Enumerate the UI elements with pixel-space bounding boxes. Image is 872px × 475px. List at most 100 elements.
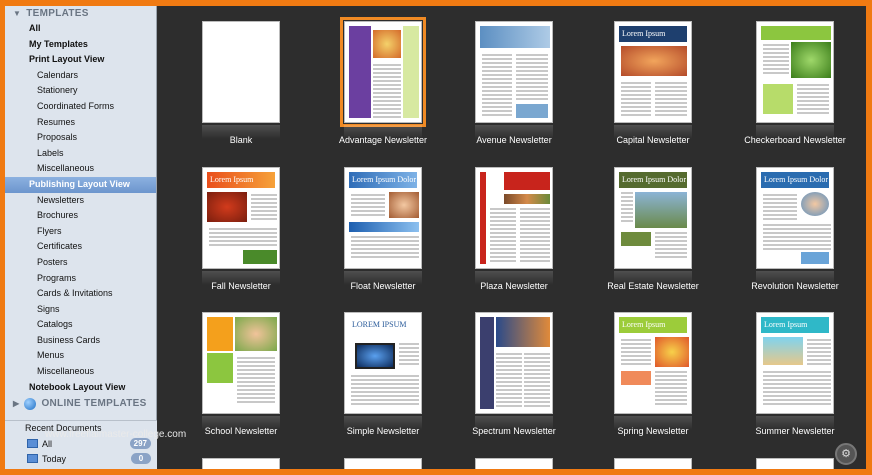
template-tile-advantage[interactable]: Advantage Newsletter bbox=[312, 17, 454, 151]
template-tile-float[interactable]: Lorem Ipsum Dolor Float Newsletter bbox=[312, 167, 454, 297]
sidebar-band bbox=[349, 26, 371, 118]
template-tile-plaza[interactable]: Plaza Newsletter bbox=[443, 167, 585, 297]
text-line bbox=[496, 405, 522, 407]
sidebar-item-cards-invitations[interactable]: Cards & Invitations bbox=[5, 286, 156, 302]
template-thumbnail-partial[interactable] bbox=[475, 458, 553, 469]
template-tile-fall[interactable]: Lorem Ipsum Fall Newsletter bbox=[170, 167, 312, 297]
template-thumbnail-partial[interactable] bbox=[202, 458, 280, 469]
text-line bbox=[807, 363, 831, 365]
text-line bbox=[490, 208, 516, 210]
sidebar-item-programs[interactable]: Programs bbox=[5, 271, 156, 287]
sidebar-item-certificates[interactable]: Certificates bbox=[5, 239, 156, 255]
sidebar-item-signs[interactable]: Signs bbox=[5, 302, 156, 318]
text-line bbox=[209, 228, 277, 230]
template-thumbnail-partial[interactable] bbox=[756, 458, 834, 469]
template-thumbnail[interactable]: Lorem Ipsum bbox=[614, 312, 692, 414]
text-line bbox=[655, 114, 687, 116]
text-line bbox=[520, 220, 550, 222]
template-thumbnail[interactable] bbox=[475, 312, 553, 414]
sidebar-item-menus[interactable]: Menus bbox=[5, 348, 156, 364]
sidebar-item-calendars[interactable]: Calendars bbox=[5, 68, 156, 84]
text-line bbox=[763, 403, 831, 405]
sidebar-item-resumes[interactable]: Resumes bbox=[5, 115, 156, 131]
online-templates-header[interactable]: ▶ ONLINE TEMPLATES bbox=[5, 395, 156, 412]
sidebar-item-print-layout-view[interactable]: Print Layout View bbox=[5, 52, 156, 68]
template-name-label: Real Estate Newsletter bbox=[607, 281, 699, 291]
sidebar-item-posters[interactable]: Posters bbox=[5, 255, 156, 271]
template-thumbnail[interactable] bbox=[340, 17, 426, 127]
text-line bbox=[482, 78, 512, 80]
template-thumbnail[interactable] bbox=[756, 21, 834, 123]
template-thumbnail[interactable] bbox=[202, 312, 280, 414]
template-thumbnail-partial[interactable] bbox=[344, 458, 422, 469]
sidebar-item-business-cards[interactable]: Business Cards bbox=[5, 333, 156, 349]
template-name-label: Avenue Newsletter bbox=[476, 135, 552, 145]
text-line bbox=[209, 240, 277, 242]
disclosure-triangle-icon[interactable]: ▼ bbox=[13, 9, 21, 18]
sidebar-item-publishing-layout-view[interactable]: Publishing Layout View bbox=[5, 176, 156, 193]
template-thumbnail[interactable]: Lorem Ipsum Dolor bbox=[344, 167, 422, 269]
text-line bbox=[209, 244, 277, 246]
template-tile-spectrum[interactable]: Spectrum Newsletter bbox=[443, 312, 585, 442]
text-line bbox=[496, 393, 522, 395]
action-gear-icon[interactable]: ⚙ bbox=[835, 443, 857, 465]
template-tile-checker[interactable]: Checkerboard Newsletter bbox=[724, 21, 866, 151]
text-line bbox=[237, 397, 275, 399]
sidebar-item-proposals[interactable]: Proposals bbox=[5, 130, 156, 146]
sidebar-item-newsletters[interactable]: Newsletters bbox=[5, 193, 156, 209]
sidebar-item-stationery[interactable]: Stationery bbox=[5, 83, 156, 99]
text-line bbox=[763, 232, 831, 234]
recent-row-today[interactable]: Today 0 bbox=[5, 451, 157, 466]
text-line bbox=[655, 379, 687, 381]
template-tile-avenue[interactable]: Avenue Newsletter bbox=[443, 21, 585, 151]
template-tile-spring[interactable]: Lorem Ipsum Spring Newsletter bbox=[582, 312, 724, 442]
template-thumbnail[interactable]: Lorem Ipsum bbox=[756, 312, 834, 414]
text-line bbox=[496, 357, 522, 359]
sidebar-item-all[interactable]: All bbox=[5, 21, 156, 37]
sidebar-item-labels[interactable]: Labels bbox=[5, 146, 156, 162]
sidebar-item-catalogs[interactable]: Catalogs bbox=[5, 317, 156, 333]
text-line bbox=[373, 64, 401, 66]
template-thumbnail-partial[interactable] bbox=[614, 458, 692, 469]
template-thumbnail[interactable]: Lorem Ipsum bbox=[202, 167, 280, 269]
sidebar-item-coordinated-forms[interactable]: Coordinated Forms bbox=[5, 99, 156, 115]
template-name-label: Summer Newsletter bbox=[755, 426, 835, 436]
text-line bbox=[520, 224, 550, 226]
blue-swoosh bbox=[349, 222, 419, 232]
text-line bbox=[209, 236, 277, 238]
text-line bbox=[621, 339, 651, 341]
text-line bbox=[763, 379, 831, 381]
template-tile-summer[interactable]: Lorem Ipsum Summer Newsletter bbox=[724, 312, 866, 442]
kid-photo bbox=[235, 317, 277, 351]
sidebar-item-brochures[interactable]: Brochures bbox=[5, 208, 156, 224]
template-tile-simple[interactable]: LOREM IPSUM Simple Newsletter bbox=[312, 312, 454, 442]
template-tile-revolution[interactable]: Lorem Ipsum Dolor Revolution Newsletter bbox=[724, 167, 866, 297]
template-tile-blank[interactable]: Blank bbox=[170, 21, 312, 151]
templates-section-header[interactable]: ▼ TEMPLATES bbox=[5, 6, 156, 21]
sidebar-item-notebook-layout-view[interactable]: Notebook Layout View bbox=[5, 380, 156, 396]
sidebar-item-flyers[interactable]: Flyers bbox=[5, 224, 156, 240]
template-tile-capital[interactable]: Lorem Ipsum Capital Newsletter bbox=[582, 21, 724, 151]
template-thumbnail[interactable] bbox=[475, 167, 553, 269]
template-thumbnail[interactable] bbox=[475, 21, 553, 123]
text-line bbox=[237, 377, 275, 379]
disclosure-triangle-right-icon[interactable]: ▶ bbox=[13, 399, 19, 408]
text-line bbox=[621, 343, 651, 345]
template-thumbnail[interactable] bbox=[202, 21, 280, 123]
text-line bbox=[655, 94, 687, 96]
text-line bbox=[516, 74, 548, 76]
text-line bbox=[516, 94, 548, 96]
header-photo bbox=[504, 172, 550, 190]
template-thumbnail[interactable]: Lorem Ipsum bbox=[614, 21, 692, 123]
sidebar-item-miscellaneous[interactable]: Miscellaneous bbox=[5, 161, 156, 177]
template-tile-school[interactable]: School Newsletter bbox=[170, 312, 312, 442]
template-thumbnail[interactable]: Lorem Ipsum Dolor bbox=[756, 167, 834, 269]
sidebar-item-my-templates[interactable]: My Templates bbox=[5, 37, 156, 53]
text-line bbox=[763, 371, 831, 373]
text-line bbox=[373, 116, 401, 118]
template-thumbnail[interactable]: LOREM IPSUM bbox=[344, 312, 422, 414]
template-thumbnail[interactable]: Lorem Ipsum Dolor bbox=[614, 167, 692, 269]
circle-photo bbox=[801, 192, 829, 216]
sidebar-item-miscellaneous[interactable]: Miscellaneous bbox=[5, 364, 156, 380]
template-tile-realestate[interactable]: Lorem Ipsum Dolor Real Estate Newsletter bbox=[582, 167, 724, 297]
